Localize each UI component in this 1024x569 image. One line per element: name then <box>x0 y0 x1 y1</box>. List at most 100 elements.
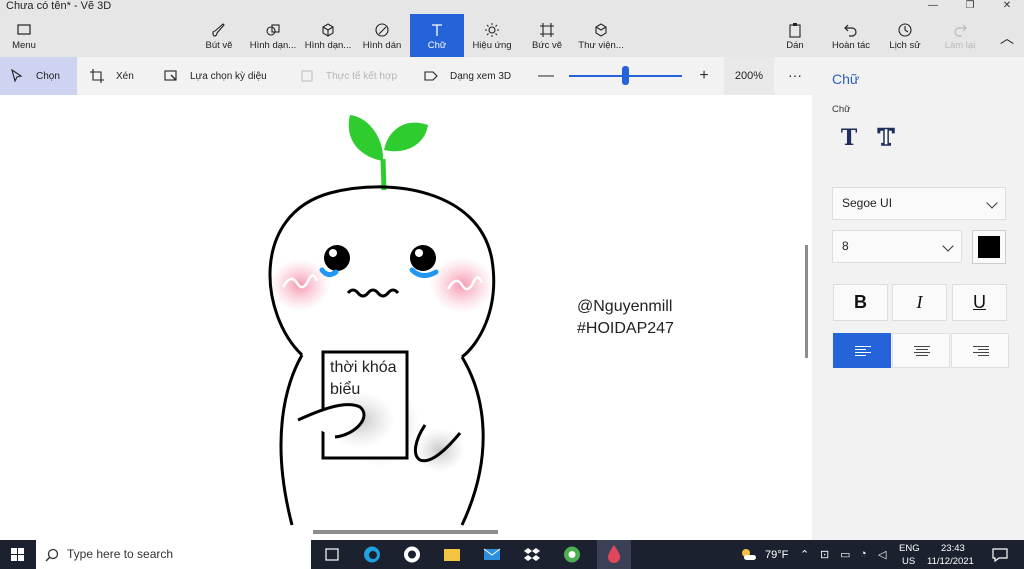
chevron-down-icon <box>986 197 998 209</box>
sprout-leaf-left <box>348 115 384 161</box>
minimize-button[interactable]: — <box>918 0 948 12</box>
paint3d-window: Chưa có tên* - Vẽ 3D — ❐ ✕ Menu Bút vẽ H… <box>0 0 1024 569</box>
network-icon[interactable]: ◔ <box>860 548 867 560</box>
panel-section-label: Chữ <box>832 104 851 115</box>
tab-2d-shapes[interactable]: Hình dạn... <box>247 14 299 57</box>
task-view-icon[interactable] <box>322 545 342 564</box>
undo-button[interactable]: Hoàn tác <box>829 14 873 57</box>
tab-stickers[interactable]: Hình dán <box>360 14 404 57</box>
menu-button[interactable]: Menu <box>4 14 44 57</box>
tray-overflow-icon[interactable]: ⌃ <box>800 548 809 561</box>
chevron-down-icon <box>942 240 954 252</box>
crop-tool[interactable]: Xén <box>90 57 134 95</box>
tab-label: Hình dạn... <box>304 40 352 51</box>
panel-title: Chữ <box>832 71 860 87</box>
meet-now-icon[interactable]: ⊡ <box>820 548 829 561</box>
clipboard-icon <box>789 23 801 38</box>
window-title: Chưa có tên* - Vẽ 3D <box>6 0 112 12</box>
zoom-value[interactable]: 200% <box>724 57 774 95</box>
sprout-drawing <box>268 115 496 526</box>
align-left-icon <box>855 346 871 358</box>
2d-shapes-icon <box>266 24 280 36</box>
magic-select-label: Lựa chọn kỳ diệu <box>190 70 267 82</box>
tab-3d-library[interactable]: Thư viện... <box>576 14 626 57</box>
text-color-picker[interactable] <box>972 230 1006 264</box>
3d-text-icon[interactable]: T <box>873 124 899 152</box>
vertical-scrollbar[interactable] <box>805 245 808 358</box>
start-button[interactable] <box>0 540 36 569</box>
underline-button[interactable]: U <box>952 284 1007 321</box>
edge-icon[interactable] <box>362 545 382 564</box>
magic-select-tool[interactable]: Lựa chọn kỳ diệu <box>164 57 267 95</box>
horizontal-scrollbar[interactable] <box>313 530 498 534</box>
align-center-button[interactable] <box>892 333 950 368</box>
color-swatch-fill <box>978 236 1000 258</box>
italic-button[interactable]: I <box>892 284 947 321</box>
eye-left <box>324 245 350 271</box>
toolbar: Chọn Xén Lựa chọn kỳ diệu Thực tế kết hợ… <box>0 57 812 95</box>
redo-button[interactable]: Làm lại <box>942 14 978 57</box>
tab-brushes[interactable]: Bút vẽ <box>199 14 239 57</box>
bold-button[interactable]: B <box>833 284 888 321</box>
weather-temperature[interactable]: 79°F <box>765 549 788 561</box>
select-label: Chọn <box>36 70 60 82</box>
history-button[interactable]: Lịch sử <box>886 14 924 57</box>
file-explorer-icon[interactable] <box>442 545 462 564</box>
clock-date[interactable]: 11/12/2021 <box>927 556 974 567</box>
3d-view-tool[interactable]: Dạng xem 3D <box>424 57 511 95</box>
clock-time[interactable]: 23:43 <box>941 543 965 554</box>
language-indicator-2[interactable]: US <box>902 556 915 567</box>
tab-3d-shapes[interactable]: Hình dạn... <box>302 14 354 57</box>
tab-label: Thư viện... <box>578 40 624 51</box>
search-icon <box>45 548 59 562</box>
history-icon <box>898 23 912 37</box>
tab-label: Hình dán <box>362 40 402 51</box>
more-options-button[interactable]: ··· <box>784 57 806 95</box>
align-left-button[interactable] <box>833 333 891 368</box>
watermark-line-1: @Nguyenmill <box>577 298 673 315</box>
crop-icon <box>90 69 104 83</box>
2d-text-icon[interactable]: T <box>836 125 862 151</box>
text-properties-panel: Chữ Chữ T T Segoe UI 8 B I U <box>812 57 1024 540</box>
taskbar-search-input[interactable]: Type here to search <box>36 540 311 569</box>
mixed-reality-label: Thực tế kết hợp <box>326 70 398 82</box>
watermark-line-2: #HOIDAP247 <box>577 320 674 337</box>
drawing-canvas[interactable]: thời khóa biểu @Nguyenmill #HOIDAP247 <box>0 95 812 540</box>
brush-icon <box>212 23 225 37</box>
chrome-icon[interactable] <box>562 545 582 564</box>
sprout-leaf-right <box>384 122 428 152</box>
dropbox-icon[interactable] <box>522 545 542 564</box>
tab-effects[interactable]: Hiệu ứng <box>470 14 514 57</box>
font-size-select[interactable]: 8 <box>832 230 962 263</box>
language-indicator-1[interactable]: ENG <box>899 543 920 554</box>
zoom-out-button[interactable]: — <box>538 68 554 84</box>
font-family-select[interactable]: Segoe UI <box>832 187 1006 220</box>
tab-text[interactable]: Chữ <box>410 14 464 57</box>
paint3d-icon <box>608 545 620 563</box>
paper-text-line-2: biểu <box>330 381 361 398</box>
redo-icon <box>954 24 967 37</box>
paste-button[interactable]: Dán <box>782 14 808 57</box>
align-center-icon <box>914 346 930 358</box>
zoom-in-button[interactable]: + <box>696 68 712 84</box>
volume-icon[interactable]: ◁ <box>878 548 886 561</box>
zoom-slider-thumb[interactable] <box>622 66 629 85</box>
mail-icon[interactable] <box>482 545 502 564</box>
collapse-ribbon-button[interactable]: ︿ <box>996 14 1018 57</box>
maximize-button[interactable]: ❐ <box>955 0 985 12</box>
paper-text-line-1: thời khóa <box>330 359 397 376</box>
close-button[interactable]: ✕ <box>992 0 1022 12</box>
store-icon[interactable] <box>402 545 422 564</box>
mixed-reality-tool[interactable]: Thực tế kết hợp <box>300 57 397 95</box>
3d-view-label: Dạng xem 3D <box>450 70 512 82</box>
tab-label: Chữ <box>427 40 447 51</box>
tab-label: Hình dạn... <box>249 40 297 51</box>
sticker-icon <box>375 23 389 37</box>
font-size-value: 8 <box>842 239 849 253</box>
paint3d-taskbar-item[interactable] <box>597 540 631 569</box>
select-tool[interactable]: Chọn <box>0 57 77 95</box>
tab-canvas[interactable]: Bức vẽ <box>527 14 567 57</box>
notifications-icon[interactable] <box>990 545 1010 564</box>
align-right-button[interactable] <box>951 333 1009 368</box>
battery-icon[interactable]: ▭ <box>840 548 850 561</box>
